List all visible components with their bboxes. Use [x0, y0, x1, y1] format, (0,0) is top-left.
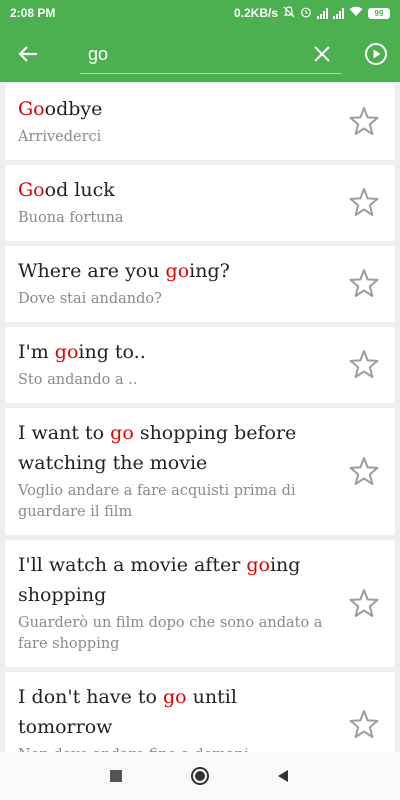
phrase-segment: I don't have to	[18, 686, 163, 708]
square-icon	[110, 770, 122, 782]
highlighted-match: Go	[18, 98, 45, 120]
play-circle-icon	[365, 43, 387, 65]
star-outline-icon[interactable]	[347, 587, 381, 621]
mute-icon	[283, 5, 295, 21]
phrase-segment: I want to	[18, 422, 111, 444]
result-card[interactable]: Where are you going? Dove stai andando?	[5, 246, 395, 322]
result-card[interactable]: I'll watch a movie after going shopping G…	[5, 540, 395, 667]
phrase-segment: od luck	[44, 179, 115, 201]
phrase-segment: ing to..	[78, 341, 146, 363]
highlighted-match: Go	[18, 179, 45, 201]
close-icon	[314, 46, 330, 62]
translation-text: Arrivederci	[18, 129, 102, 145]
phrase-segment: odbye	[44, 98, 103, 120]
battery-icon: 99	[368, 7, 390, 19]
triangle-back-icon	[278, 770, 288, 782]
star-outline-icon[interactable]	[347, 455, 381, 489]
phrase-text: I'm going to..	[18, 337, 335, 367]
status-time: 2:08 PM	[10, 6, 56, 20]
result-card[interactable]: Goodbye Arrivederci	[5, 84, 395, 160]
phrase-text: I'll watch a movie after going shopping	[18, 550, 335, 610]
wifi-icon	[349, 6, 363, 20]
result-card[interactable]: I want to go shopping before watching th…	[5, 408, 395, 535]
navigation-bar	[0, 752, 400, 800]
highlighted-match: go	[162, 686, 187, 708]
phrase-text: I don't have to go until tomorrow	[18, 682, 335, 742]
phrase-text: I want to go shopping before watching th…	[18, 418, 335, 478]
result-card[interactable]: I'm going to.. Sto andando a ..	[5, 327, 395, 403]
translation-text: Guarderò un film dopo che sono andato a …	[18, 615, 323, 652]
home-button[interactable]	[185, 761, 215, 791]
phrase-text: Good luck	[18, 175, 335, 205]
signal-icon-2	[333, 7, 344, 19]
star-outline-icon[interactable]	[347, 186, 381, 220]
highlighted-match: go	[246, 554, 270, 576]
translation-text: Dove stai andando?	[18, 291, 162, 307]
status-bar: 2:08 PM 0.2KB/s 99	[0, 0, 400, 26]
arrow-left-icon	[18, 46, 37, 62]
recents-button[interactable]	[101, 761, 131, 791]
translation-text: Sto andando a ..	[18, 372, 138, 388]
phrase-segment: I'm	[18, 341, 55, 363]
translation-text: Buona fortuna	[18, 210, 124, 226]
search-input[interactable]	[80, 44, 300, 65]
star-outline-icon[interactable]	[347, 348, 381, 382]
highlighted-match: go	[165, 260, 190, 282]
star-outline-icon[interactable]	[347, 267, 381, 301]
result-card[interactable]: Good luck Buona fortuna	[5, 165, 395, 241]
back-nav-button[interactable]	[268, 761, 298, 791]
star-outline-icon[interactable]	[347, 708, 381, 742]
phrase-text: Goodbye	[18, 94, 335, 124]
status-icons: 0.2KB/s 99	[233, 5, 390, 21]
star-outline-icon[interactable]	[347, 105, 381, 139]
app-bar	[0, 26, 400, 82]
search-box[interactable]	[80, 36, 342, 74]
home-circle-icon	[191, 767, 209, 785]
highlighted-match: go	[110, 422, 134, 444]
signal-icon	[317, 7, 328, 19]
clear-search-button[interactable]	[306, 38, 338, 70]
back-button[interactable]	[0, 26, 56, 82]
play-button[interactable]	[360, 38, 392, 70]
network-speed: 0.2KB/s	[233, 6, 278, 20]
phrase-segment: I'll watch a movie after	[18, 554, 247, 576]
results-list: Goodbye Arrivederci Good luck Buona fortuna…	[5, 84, 395, 795]
phrase-segment: ing?	[189, 260, 230, 282]
translation-text: Voglio andare a fare acquisti prima di g…	[18, 483, 296, 520]
phrase-segment: Where are you	[18, 260, 166, 282]
highlighted-match: go	[54, 341, 79, 363]
alarm-icon	[300, 6, 312, 21]
phrase-text: Where are you going?	[18, 256, 335, 286]
